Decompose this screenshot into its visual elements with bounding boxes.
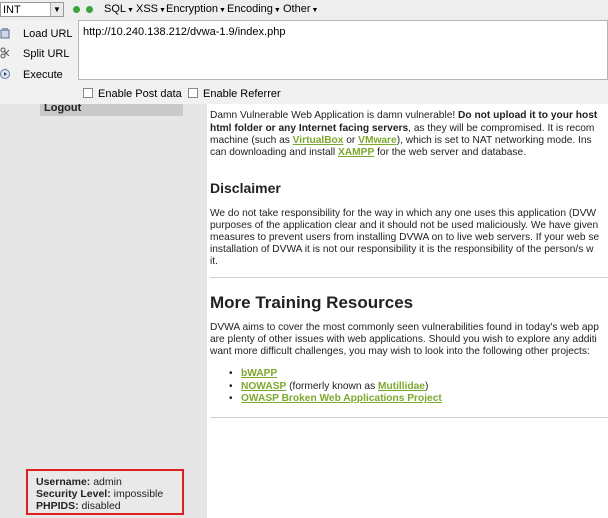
caret-down-icon: ▼ — [311, 7, 319, 14]
phpids-label: PHPIDS: — [36, 500, 79, 512]
nowasp-note: (formerly known as — [286, 380, 378, 392]
menu-encryption-label: Encryption — [166, 3, 218, 15]
training-line: are plenty of other issues with web appl… — [210, 334, 597, 345]
intro-text: machine (such as — [210, 135, 293, 146]
intro-text: ), which is set to NAT networking mode. … — [396, 135, 592, 146]
training-heading: More Training Resources — [210, 293, 414, 312]
green-dot-icon[interactable] — [73, 6, 80, 13]
nowasp-note-end: ) — [424, 380, 429, 392]
enable-referrer-checkbox[interactable] — [188, 88, 198, 98]
url-text: http://10.240.138.212/dvwa-1.9/index.php — [83, 26, 286, 38]
list-item: OWASP Broken Web Applications Project — [227, 393, 442, 406]
list-item: bWAPP — [227, 368, 442, 381]
hackbar-toolbar: INT ▼ SQL▼ XSS▼ Encryption▼ Encoding▼ Ot… — [0, 0, 608, 105]
training-links: bWAPP NOWASP (formerly known as Mutillid… — [227, 368, 442, 406]
disclaimer-line: purposes of the application clear and it… — [210, 220, 599, 231]
intro-text: , as they will be compromised. It is rec… — [408, 123, 595, 134]
menu-encryption[interactable]: Encryption▼ — [166, 3, 226, 15]
caret-down-icon: ▼ — [218, 7, 226, 14]
nowasp-link[interactable]: NOWASP — [241, 381, 286, 392]
play-icon — [0, 69, 10, 79]
int-select-value: INT — [3, 4, 21, 16]
menu-xss[interactable]: XSS▼ — [136, 3, 166, 15]
intro-line-2: html folder or any Internet facing serve… — [210, 123, 594, 136]
menu-encoding[interactable]: Encoding▼ — [227, 3, 281, 15]
phpids-row: PHPIDS: disabled — [36, 500, 182, 512]
intro-text: for the web server and database. — [374, 147, 527, 158]
training-line: want more difficult challenges, you may … — [210, 346, 590, 357]
menu-other-label: Other — [283, 3, 311, 15]
owasp-bwa-link[interactable]: OWASP Broken Web Applications Project — [241, 393, 442, 404]
username-value: admin — [93, 476, 122, 488]
sidebar-item-logout[interactable]: Logout — [40, 104, 183, 116]
divider — [210, 417, 608, 418]
mutillidae-link[interactable]: Mutillidae — [378, 381, 425, 392]
username-row: Username: admin — [36, 476, 182, 488]
load-url-button[interactable]: Load URL — [0, 24, 78, 44]
xampp-link[interactable]: XAMPP — [338, 147, 374, 158]
load-url-icon — [0, 28, 10, 39]
vmware-link[interactable]: VMware — [358, 135, 397, 146]
logout-label: Logout — [44, 104, 82, 114]
intro-line-4: can downloading and install XAMPP for th… — [210, 147, 526, 160]
intro-line-3: machine (such as VirtualBox or VMware), … — [210, 135, 592, 148]
user-info-box: Username: admin Security Level: impossib… — [26, 469, 184, 515]
main-content: Damn Vulnerable Web Application is damn … — [207, 104, 608, 518]
menu-encoding-label: Encoding — [227, 3, 273, 15]
intro-text: or — [343, 135, 359, 146]
menu-sql[interactable]: SQL▼ — [104, 3, 134, 15]
training-line: DVWA aims to cover the most commonly see… — [210, 322, 599, 333]
hackbar-actions: Load URL Split URL Execute — [0, 20, 78, 104]
enable-post-label: Enable Post data — [98, 88, 182, 100]
chevron-down-icon: ▼ — [50, 3, 63, 16]
security-level-label: Security Level: — [36, 488, 111, 500]
menu-other[interactable]: Other▼ — [283, 3, 318, 15]
disclaimer-line: installation of DVWA it is not our respo… — [210, 244, 594, 255]
sidebar — [0, 104, 207, 518]
split-url-icon — [0, 47, 10, 59]
virtualbox-link[interactable]: VirtualBox — [293, 135, 344, 146]
load-url-label: Load URL — [23, 28, 73, 40]
caret-down-icon: ▼ — [127, 7, 134, 14]
intro-line-1: Damn Vulnerable Web Application is damn … — [210, 110, 597, 123]
execute-button[interactable]: Execute — [0, 65, 78, 85]
security-level-row: Security Level: impossible — [36, 488, 182, 500]
intro-text: can downloading and install — [210, 147, 339, 158]
enable-post-checkbox[interactable] — [83, 88, 93, 98]
enable-referrer-label: Enable Referrer — [203, 88, 281, 100]
caret-down-icon: ▼ — [159, 7, 166, 14]
disclaimer-line: it. — [210, 256, 218, 267]
intro-text: Damn Vulnerable Web Application is damn … — [210, 110, 459, 121]
security-level-value: impossible — [113, 488, 164, 500]
split-url-label: Split URL — [23, 48, 70, 60]
caret-down-icon: ▼ — [273, 7, 281, 14]
int-select[interactable]: INT ▼ — [0, 2, 64, 17]
hackbar-options: Enable Post data Enable Referrer — [78, 84, 608, 104]
disclaimer-heading: Disclaimer — [210, 180, 281, 196]
split-url-button[interactable]: Split URL — [0, 44, 78, 64]
disclaimer-line: We do not take responsibility for the wa… — [210, 208, 596, 219]
url-textarea[interactable]: http://10.240.138.212/dvwa-1.9/index.php — [78, 20, 608, 80]
intro-warning: html folder or any Internet facing serve… — [210, 123, 409, 134]
list-item: NOWASP (formerly known as Mutillidae) — [227, 381, 442, 394]
disclaimer-line: measures to prevent users from installin… — [210, 232, 600, 243]
divider — [210, 277, 608, 278]
hackbar-menu-row: INT ▼ SQL▼ XSS▼ Encryption▼ Encoding▼ Ot… — [0, 0, 608, 20]
menu-xss-label: XSS — [136, 3, 159, 15]
intro-warning: Do not upload it to your host — [458, 110, 598, 121]
menu-sql-label: SQL — [104, 3, 127, 15]
bwapp-link[interactable]: bWAPP — [241, 368, 277, 379]
username-label: Username: — [36, 476, 91, 488]
execute-label: Execute — [23, 69, 63, 81]
phpids-value: disabled — [81, 500, 121, 512]
green-dot-icon[interactable] — [86, 6, 93, 13]
